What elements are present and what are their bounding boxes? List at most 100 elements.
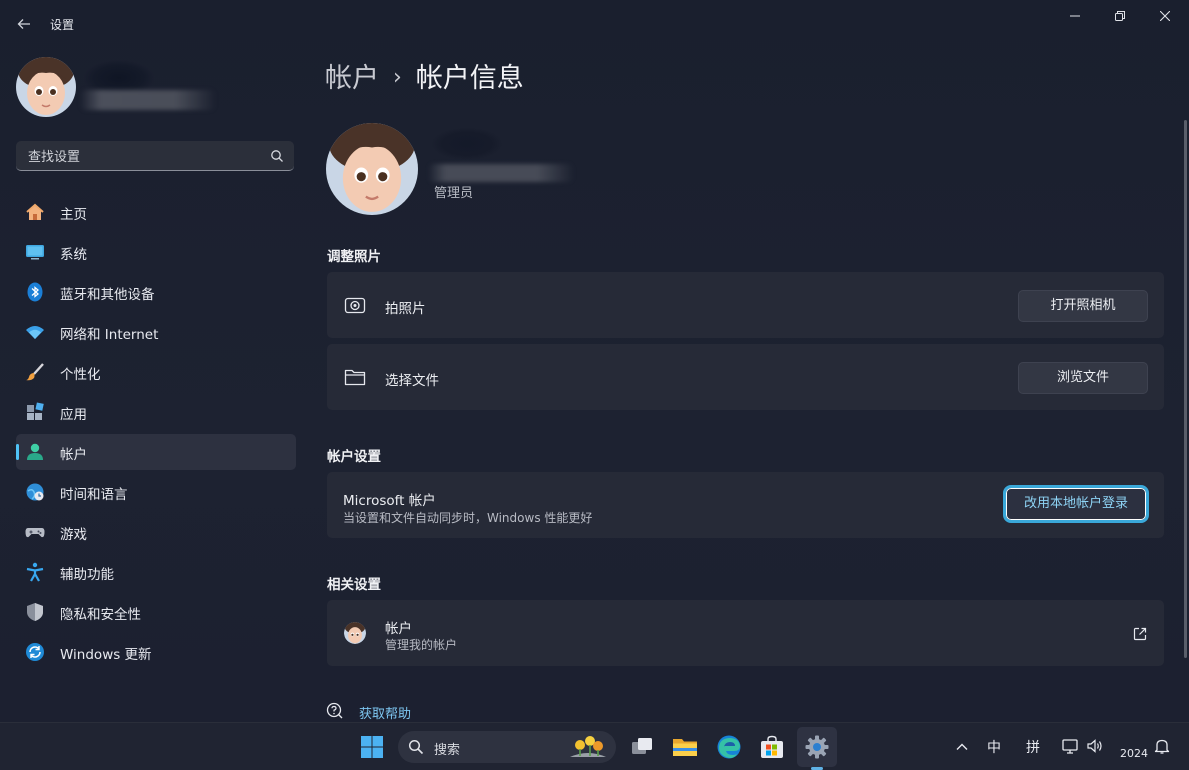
sidebar-item-gaming[interactable]: 游戏 bbox=[16, 514, 296, 550]
network-wired-icon[interactable] bbox=[1061, 737, 1079, 755]
restore-icon bbox=[1115, 11, 1125, 21]
search-box[interactable] bbox=[16, 141, 294, 171]
breadcrumb-parent[interactable]: 帐户 bbox=[325, 63, 379, 94]
avatar-face-icon bbox=[16, 57, 76, 117]
take-photo-label: 拍照片 bbox=[385, 301, 426, 317]
file-explorer-icon[interactable] bbox=[671, 733, 699, 761]
sidebar-item-label: Windows 更新 bbox=[60, 647, 152, 663]
get-help-label: 获取帮助 bbox=[359, 707, 412, 722]
help-chat-icon bbox=[326, 702, 343, 719]
related-accounts-description: 管理我的帐户 bbox=[385, 638, 458, 652]
sidebar-item-label: 游戏 bbox=[60, 527, 87, 543]
microsoft-store-icon[interactable] bbox=[758, 733, 786, 761]
choose-file-label: 选择文件 bbox=[385, 373, 439, 389]
accessibility-icon bbox=[26, 562, 44, 582]
sidebar-nav: 主页 系统 蓝牙和其他设备 网络和 Internet 个性化 应用 帐户 时间和… bbox=[16, 194, 296, 674]
volume-icon[interactable] bbox=[1086, 737, 1104, 755]
task-view-icon[interactable] bbox=[628, 733, 656, 761]
update-icon bbox=[26, 643, 44, 661]
sidebar-item-label: 个性化 bbox=[60, 367, 101, 383]
ime-mode[interactable]: 中 bbox=[987, 737, 1001, 757]
avatar-face-icon bbox=[326, 123, 418, 215]
breadcrumb: 帐户 › 帐户信息 bbox=[325, 56, 524, 95]
user-role: 管理员 bbox=[434, 186, 474, 201]
chevron-up-icon[interactable] bbox=[955, 740, 969, 754]
folder-icon bbox=[344, 369, 366, 386]
search-input[interactable] bbox=[26, 146, 260, 168]
sidebar-item-network[interactable]: 网络和 Internet bbox=[16, 314, 296, 350]
sidebar-item-label: 应用 bbox=[60, 407, 87, 423]
sidebar-item-label: 隐私和安全性 bbox=[60, 607, 141, 623]
sidebar-item-apps[interactable]: 应用 bbox=[16, 394, 296, 430]
sidebar-item-privacy[interactable]: 隐私和安全性 bbox=[16, 594, 296, 630]
edge-browser-icon[interactable] bbox=[715, 733, 743, 761]
sidebar-item-label: 辅助功能 bbox=[60, 567, 114, 583]
gamepad-icon bbox=[25, 528, 45, 538]
monitor-icon bbox=[26, 245, 44, 260]
get-help-link[interactable]: 获取帮助 bbox=[326, 702, 411, 724]
clock-year[interactable]: 2024 bbox=[1120, 747, 1148, 760]
user-email-redacted bbox=[428, 164, 574, 182]
taskbar-search-label: 搜索 bbox=[434, 743, 461, 758]
flowers-icon bbox=[570, 736, 606, 757]
notification-bell-icon[interactable] bbox=[1153, 737, 1171, 755]
sidebar-item-time-language[interactable]: 时间和语言 bbox=[16, 474, 296, 510]
user-avatar-large bbox=[326, 123, 418, 215]
taskbar-search[interactable]: 搜索 bbox=[398, 731, 616, 763]
settings-gear-icon[interactable] bbox=[803, 733, 831, 761]
shield-icon bbox=[27, 603, 43, 621]
globe-clock-icon bbox=[26, 483, 44, 501]
maximize-button[interactable] bbox=[1097, 6, 1143, 28]
related-accounts-card[interactable]: 帐户 管理我的帐户 bbox=[327, 600, 1164, 666]
windows-start-icon[interactable] bbox=[358, 733, 386, 761]
take-photo-card: 拍照片 打开照相机 bbox=[327, 272, 1164, 338]
sidebar-item-label: 网络和 Internet bbox=[60, 327, 159, 343]
sidebar-item-label: 蓝牙和其他设备 bbox=[60, 287, 155, 303]
sidebar-item-accessibility[interactable]: 辅助功能 bbox=[16, 554, 296, 590]
arrow-left-icon bbox=[17, 19, 30, 29]
section-title-account-settings: 帐户设置 bbox=[327, 449, 381, 465]
browse-files-button[interactable]: 浏览文件 bbox=[1018, 362, 1148, 394]
related-accounts-label: 帐户 bbox=[385, 621, 412, 637]
taskbar: 搜索 中 拼 2024 bbox=[0, 722, 1189, 770]
sidebar-item-home[interactable]: 主页 bbox=[16, 194, 296, 230]
home-icon bbox=[26, 203, 44, 220]
minimize-button[interactable] bbox=[1052, 6, 1098, 28]
search-icon[interactable] bbox=[270, 149, 284, 163]
sidebar-item-personalization[interactable]: 个性化 bbox=[16, 354, 296, 390]
sidebar-item-label: 系统 bbox=[60, 247, 87, 263]
camera-icon bbox=[344, 297, 366, 314]
sidebar-item-accounts[interactable]: 帐户 bbox=[16, 434, 296, 470]
app-title: 设置 bbox=[50, 18, 75, 32]
person-icon bbox=[27, 443, 43, 460]
sidebar-item-windows-update[interactable]: Windows 更新 bbox=[16, 634, 296, 670]
ime-name[interactable]: 拼 bbox=[1026, 737, 1040, 757]
microsoft-account-description: 当设置和文件自动同步时，Windows 性能更好 bbox=[343, 511, 593, 525]
user-name-redacted bbox=[432, 128, 502, 160]
back-button[interactable] bbox=[12, 12, 36, 36]
external-link-icon bbox=[1133, 627, 1147, 641]
microsoft-account-card: Microsoft 帐户 当设置和文件自动同步时，Windows 性能更好 改用… bbox=[327, 472, 1164, 538]
close-button[interactable] bbox=[1142, 6, 1188, 28]
microsoft-account-label: Microsoft 帐户 bbox=[343, 493, 436, 509]
minimize-icon bbox=[1070, 15, 1080, 17]
wifi-icon bbox=[26, 326, 44, 339]
search-icon bbox=[408, 739, 424, 755]
settings-window: 设置 主页 bbox=[0, 0, 1189, 722]
title-bar: 设置 bbox=[0, 0, 1189, 46]
profile-avatar[interactable] bbox=[16, 57, 76, 117]
sidebar-item-label: 帐户 bbox=[60, 447, 87, 463]
choose-file-card: 选择文件 浏览文件 bbox=[327, 344, 1164, 410]
switch-to-local-account-button[interactable]: 改用本地帐户登录 bbox=[1003, 485, 1149, 523]
sidebar-item-system[interactable]: 系统 bbox=[16, 234, 296, 270]
main-scrollbar[interactable] bbox=[1184, 120, 1187, 658]
avatar-small-icon bbox=[344, 622, 366, 644]
page-title: 帐户信息 bbox=[415, 63, 524, 94]
brush-icon bbox=[26, 363, 44, 381]
close-icon bbox=[1159, 10, 1171, 22]
open-camera-button[interactable]: 打开照相机 bbox=[1018, 290, 1148, 322]
bluetooth-icon bbox=[27, 282, 43, 302]
apps-icon bbox=[27, 402, 44, 420]
sidebar-item-bluetooth[interactable]: 蓝牙和其他设备 bbox=[16, 274, 296, 310]
sidebar-item-label: 主页 bbox=[60, 207, 87, 223]
